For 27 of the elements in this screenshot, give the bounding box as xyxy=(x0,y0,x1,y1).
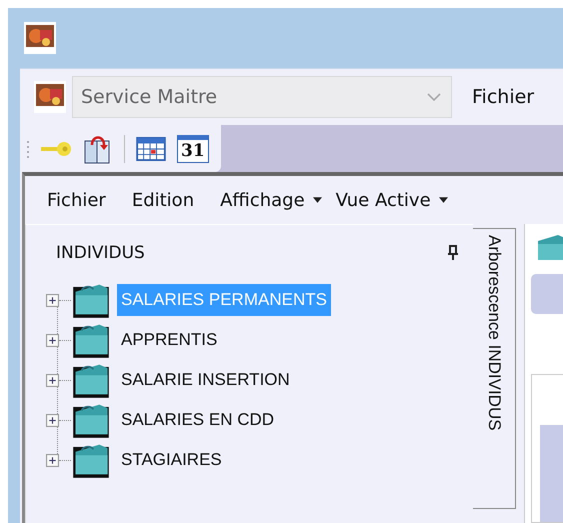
side-tab[interactable]: Arborescence INDIVIDUS xyxy=(473,228,516,509)
expand-icon[interactable] xyxy=(46,374,59,386)
header-bar xyxy=(531,274,563,314)
calendar-icon[interactable] xyxy=(135,136,167,160)
tree-item[interactable]: APPRENTIS xyxy=(117,324,222,356)
menu-item[interactable]: Edition xyxy=(132,190,194,210)
expand-icon[interactable] xyxy=(46,414,59,426)
pin-icon[interactable] xyxy=(447,244,459,260)
app-icon xyxy=(24,22,56,54)
tree-item[interactable]: SALARIES EN CDD xyxy=(117,404,278,436)
grip-icon xyxy=(26,138,30,158)
tree-item[interactable]: SALARIE INSERTION xyxy=(117,364,294,396)
menu-item[interactable]: Affichage xyxy=(220,190,322,210)
expand-icon[interactable] xyxy=(46,294,59,306)
expand-icon[interactable] xyxy=(46,334,59,346)
caret-icon xyxy=(438,197,448,203)
service-dropdown[interactable]: Service Maitre xyxy=(72,76,452,118)
tree-item[interactable]: STAGIAIRES xyxy=(117,444,226,476)
menu-item[interactable]: Fichier xyxy=(472,86,534,108)
menu-item[interactable]: Vue Active xyxy=(336,190,448,210)
app-icon xyxy=(34,81,66,113)
calendar-date-button[interactable]: 31 xyxy=(177,134,209,162)
expand-icon[interactable] xyxy=(46,454,59,466)
caret-icon xyxy=(312,197,322,203)
menu-item[interactable]: Fichier xyxy=(47,190,106,210)
panel-title: INDIVIDUS xyxy=(56,242,145,262)
chevron-down-icon xyxy=(427,93,441,101)
